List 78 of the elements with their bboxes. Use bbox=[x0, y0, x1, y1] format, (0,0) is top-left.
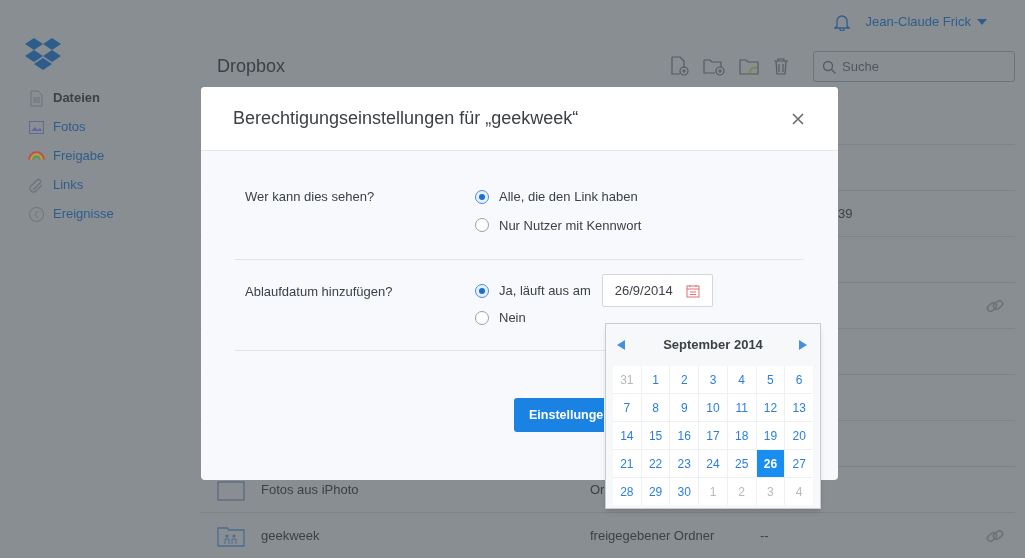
day-cell[interactable]: 11 bbox=[727, 394, 756, 421]
day-cell[interactable]: 9 bbox=[670, 394, 699, 421]
triangle-left-icon bbox=[617, 340, 625, 350]
calendar-icon bbox=[685, 283, 700, 298]
radio-button[interactable] bbox=[475, 189, 489, 204]
new-file-icon[interactable] bbox=[669, 56, 689, 76]
day-cell[interactable]: 16 bbox=[670, 422, 699, 449]
day-cell[interactable]: 15 bbox=[641, 422, 670, 449]
new-folder-icon[interactable] bbox=[703, 56, 725, 76]
day-cell[interactable]: 5 bbox=[756, 366, 785, 393]
shared-folder-icon[interactable] bbox=[739, 57, 759, 75]
day-cell[interactable]: 12 bbox=[756, 394, 785, 421]
image-icon bbox=[28, 118, 45, 136]
day-cell[interactable]: 19 bbox=[756, 422, 785, 449]
radio-button[interactable] bbox=[475, 310, 489, 325]
back-circle-icon bbox=[28, 205, 45, 223]
option-label[interactable]: Ja, läuft aus am bbox=[499, 280, 591, 301]
day-cell[interactable]: 23 bbox=[670, 450, 699, 477]
day-cell[interactable]: 10 bbox=[699, 394, 727, 421]
next-month-button[interactable] bbox=[799, 339, 809, 351]
file-name[interactable]: geekweek bbox=[261, 527, 320, 543]
day-cell[interactable]: 22 bbox=[641, 450, 670, 477]
sidebar-item[interactable]: Links bbox=[28, 175, 200, 195]
day-cell[interactable]: 29 bbox=[641, 478, 670, 505]
search-icon bbox=[822, 59, 836, 74]
day-cell[interactable]: 28 bbox=[613, 478, 641, 505]
day-cell[interactable]: 21 bbox=[613, 450, 641, 477]
radio-button[interactable] bbox=[475, 283, 489, 298]
close-button[interactable] bbox=[792, 111, 806, 126]
file-type: Or bbox=[590, 481, 605, 497]
paperclip-icon bbox=[28, 176, 45, 194]
day-cell[interactable]: 30 bbox=[670, 478, 699, 505]
sidebar-item[interactable]: Freigabe bbox=[28, 146, 200, 166]
user-menu[interactable]: Jean-Claude Frick bbox=[865, 12, 987, 32]
triangle-right-icon bbox=[799, 340, 807, 350]
day-cell[interactable]: 17 bbox=[699, 422, 727, 449]
date-field[interactable]: 26/9/2014 bbox=[601, 274, 713, 307]
question-label: Ablaufdatum hinzufügen? bbox=[244, 283, 394, 301]
rainbow-icon bbox=[28, 151, 45, 161]
option-label[interactable]: Nur Nutzer mit Kennwort bbox=[499, 215, 642, 235]
bell-icon[interactable] bbox=[833, 13, 850, 31]
save-button[interactable]: Einstellunge bbox=[514, 398, 605, 433]
file-name[interactable]: Fotos aus iPhoto bbox=[261, 481, 359, 497]
day-cell[interactable]: 3 bbox=[699, 366, 727, 393]
previous-month-button[interactable] bbox=[617, 339, 627, 351]
day-cell[interactable]: 7 bbox=[613, 394, 641, 421]
day-cell[interactable]: 18 bbox=[727, 422, 756, 449]
day-cell[interactable]: 6 bbox=[785, 366, 813, 393]
option-label[interactable]: Nein bbox=[499, 308, 526, 328]
sidebar-item[interactable]: Dateien bbox=[28, 88, 200, 108]
day-cell[interactable]: 24 bbox=[699, 450, 727, 477]
radio-button[interactable] bbox=[475, 218, 489, 233]
day-cell[interactable]: 8 bbox=[641, 394, 670, 421]
file-icon bbox=[28, 89, 45, 107]
day-cell[interactable]: 25 bbox=[727, 450, 756, 477]
day-cell[interactable]: 13 bbox=[785, 394, 813, 421]
search-field[interactable]: Suche bbox=[813, 50, 1015, 82]
month-label: September 2014 bbox=[663, 336, 763, 355]
day-cell[interactable]: 14 bbox=[613, 422, 641, 449]
dropbox-logo bbox=[25, 38, 61, 70]
day-cell[interactable]: 26 bbox=[756, 450, 785, 477]
dialog-title: Berechtigungseinstellungen für „geekweek“ bbox=[233, 107, 580, 130]
modified-date: -- bbox=[760, 527, 769, 543]
sidebar-item[interactable]: Fotos bbox=[28, 117, 200, 137]
day-cell[interactable]: 4 bbox=[727, 366, 756, 393]
caret-icon bbox=[977, 19, 987, 25]
sidebar-item[interactable]: Ereignisse bbox=[28, 204, 200, 224]
close-icon bbox=[792, 112, 804, 125]
day-cell[interactable]: 20 bbox=[785, 422, 813, 449]
file-type: freigegebener Ordner bbox=[590, 527, 715, 543]
day-cell[interactable]: 2 bbox=[670, 366, 699, 393]
page-title: Dropbox bbox=[217, 54, 287, 78]
day-cell[interactable]: 1 bbox=[641, 366, 670, 393]
cell-text: 39 bbox=[838, 205, 853, 221]
option-label[interactable]: Alle, die den Link haben bbox=[499, 187, 638, 207]
trash-icon[interactable] bbox=[773, 57, 789, 75]
question-label: Wer kann dies sehen? bbox=[244, 188, 376, 206]
day-cell[interactable]: 27 bbox=[785, 450, 813, 477]
